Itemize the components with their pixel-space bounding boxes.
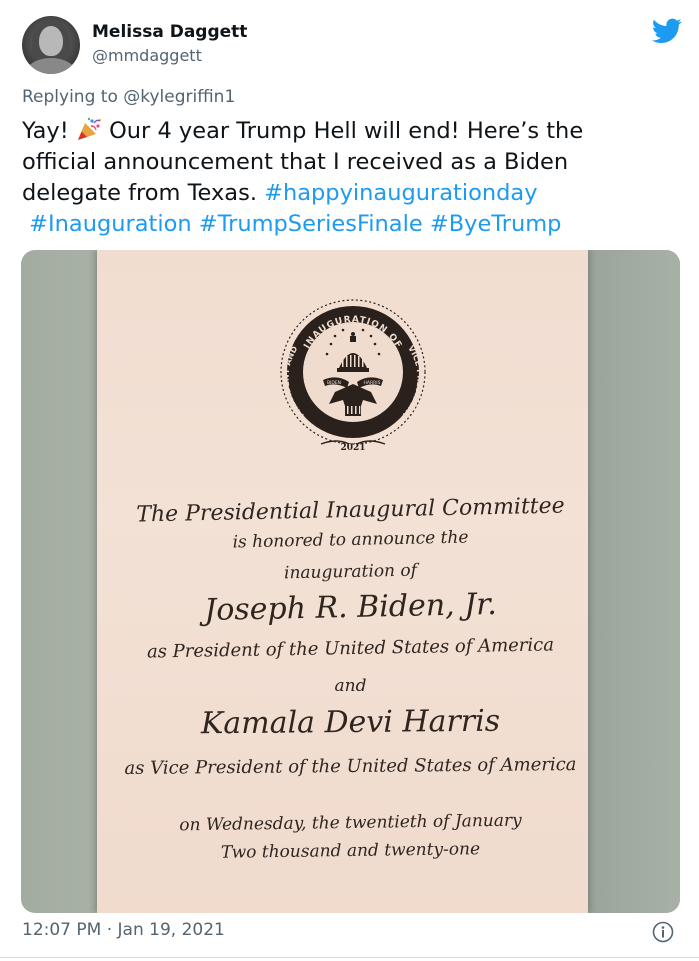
author-name[interactable]: Melissa Daggett [92,22,247,42]
tweet-header: Melissa Daggett @mmdaggett [22,16,682,76]
seal-ribbon-left: BIDEN [327,380,341,386]
hashtag-happyinaugurationday[interactable]: #happyinaugurationday [264,180,537,206]
hashtag-byetrump[interactable]: #ByeTrump [430,211,562,237]
avatar[interactable] [22,16,80,74]
inaugural-seal: INAUGURATION OF PRESIDENT AND VICE PRESI… [280,299,426,453]
seal-year: 2021 [340,443,365,453]
hashtag-trumpseriesfinale[interactable]: #TrumpSeriesFinale [199,211,423,237]
twitter-bird-icon[interactable] [652,18,682,44]
hashtag-inauguration[interactable]: #Inauguration [29,211,191,237]
divider [0,957,699,958]
replying-to[interactable]: Replying to @kylegriffin1 [22,87,235,107]
tweet-timestamp[interactable]: 12:07 PM · Jan 19, 2021 [22,920,225,940]
seal-ribbon-right: HARRIS [364,380,381,386]
tweet-text-part1: Yay! [22,118,76,144]
invite-line-and: and [334,676,367,696]
party-popper-icon [77,117,102,140]
invite-name-harris: Kamala Devi Harris [200,703,501,742]
tweet-text: Yay! Our 4 year Trump Hell will end! Her… [22,116,662,240]
author-handle[interactable]: @mmdaggett [92,46,202,65]
tweet-photo[interactable]: INAUGURATION OF PRESIDENT AND VICE PRESI… [21,250,680,913]
info-icon[interactable] [652,921,674,943]
